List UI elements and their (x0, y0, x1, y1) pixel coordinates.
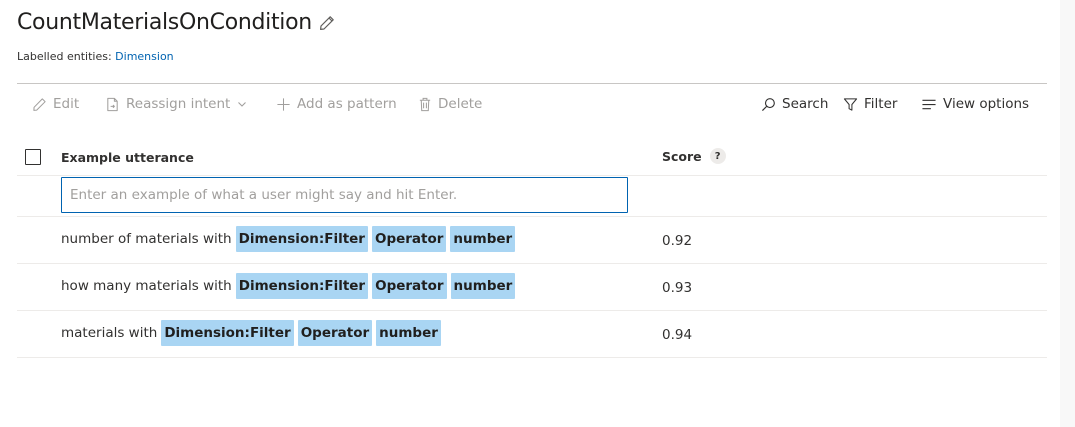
labelled-entities: Labelled entities: Dimension (17, 50, 174, 63)
utterance-input[interactable] (61, 177, 628, 213)
filter-label: Filter (864, 96, 898, 112)
view-options-icon (922, 99, 936, 109)
filter-icon (843, 97, 858, 111)
intent-page: CountMaterialsOnCondition Labelled entit… (0, 0, 1075, 427)
utterance-plain-text: number of materials with (61, 231, 232, 247)
add-as-pattern-label: Add as pattern (297, 96, 397, 112)
table-row[interactable]: materials with Dimension:Filter Operator… (17, 311, 1047, 358)
entity-chip[interactable]: Dimension:Filter (235, 273, 369, 299)
search-button[interactable]: Search (761, 88, 828, 120)
view-options-label: View options (943, 96, 1030, 112)
trash-icon (419, 97, 431, 111)
table-row[interactable]: how many materials with Dimension:Filter… (17, 264, 1047, 311)
chevron-down-icon (238, 102, 247, 107)
column-header-utterance[interactable]: Example utterance (61, 150, 194, 165)
utterance-plain-text: materials with (61, 325, 158, 341)
table-row[interactable]: number of materials with Dimension:Filte… (17, 217, 1047, 264)
edit-icon (33, 97, 46, 111)
title-row: CountMaterialsOnCondition (17, 10, 335, 35)
entity-chip[interactable]: number (450, 273, 516, 299)
score-value: 0.93 (662, 280, 693, 296)
entity-chip[interactable]: Dimension:Filter (161, 320, 294, 346)
search-icon (761, 97, 775, 111)
add-as-pattern-button[interactable]: Add as pattern (276, 88, 397, 120)
filter-button[interactable]: Filter (843, 88, 897, 120)
entity-chip[interactable]: number (376, 320, 441, 346)
reassign-intent-button[interactable]: Reassign intent (105, 88, 248, 120)
utterance-input-row (17, 176, 1047, 217)
view-options-button[interactable]: View options (921, 88, 1029, 120)
reassign-label: Reassign intent (126, 96, 231, 112)
delete-label: Delete (438, 96, 483, 112)
column-header-score[interactable]: Score ? (662, 148, 726, 164)
column-header-score-label: Score (662, 148, 702, 164)
entity-chip[interactable]: Operator (372, 273, 447, 299)
labelled-entity-link[interactable]: Dimension (115, 50, 173, 63)
search-label: Search (782, 96, 829, 112)
command-bar: Edit Reassign intent Add as pattern Dele… (17, 88, 1047, 120)
utterance-text: materials with Dimension:Filter Operator… (61, 319, 445, 347)
edit-button[interactable]: Edit (32, 88, 79, 120)
delete-button[interactable]: Delete (418, 88, 482, 120)
plus-icon (277, 97, 290, 111)
utterance-plain-text: how many materials with (61, 278, 232, 294)
right-edge-strip (1060, 0, 1075, 427)
utterance-text: number of materials with Dimension:Filte… (61, 225, 519, 253)
entity-chip[interactable]: Dimension:Filter (235, 226, 368, 252)
pencil-icon[interactable] (319, 15, 335, 31)
utterance-text: how many materials with Dimension:Filter… (61, 272, 519, 300)
reassign-icon (107, 97, 118, 111)
header-divider (17, 83, 1047, 84)
entity-chip[interactable]: Operator (297, 320, 373, 346)
edit-label: Edit (53, 96, 80, 112)
labelled-entities-label: Labelled entities: (17, 50, 112, 63)
help-icon[interactable]: ? (709, 148, 726, 164)
table-header: Example utterance Score ? (17, 138, 1047, 176)
page-title: CountMaterialsOnCondition (17, 10, 312, 35)
entity-chip[interactable]: number (450, 226, 516, 252)
entity-chip[interactable]: Operator (371, 226, 447, 252)
score-value: 0.92 (662, 233, 693, 249)
score-value: 0.94 (662, 327, 693, 343)
select-all-checkbox[interactable] (25, 149, 41, 165)
